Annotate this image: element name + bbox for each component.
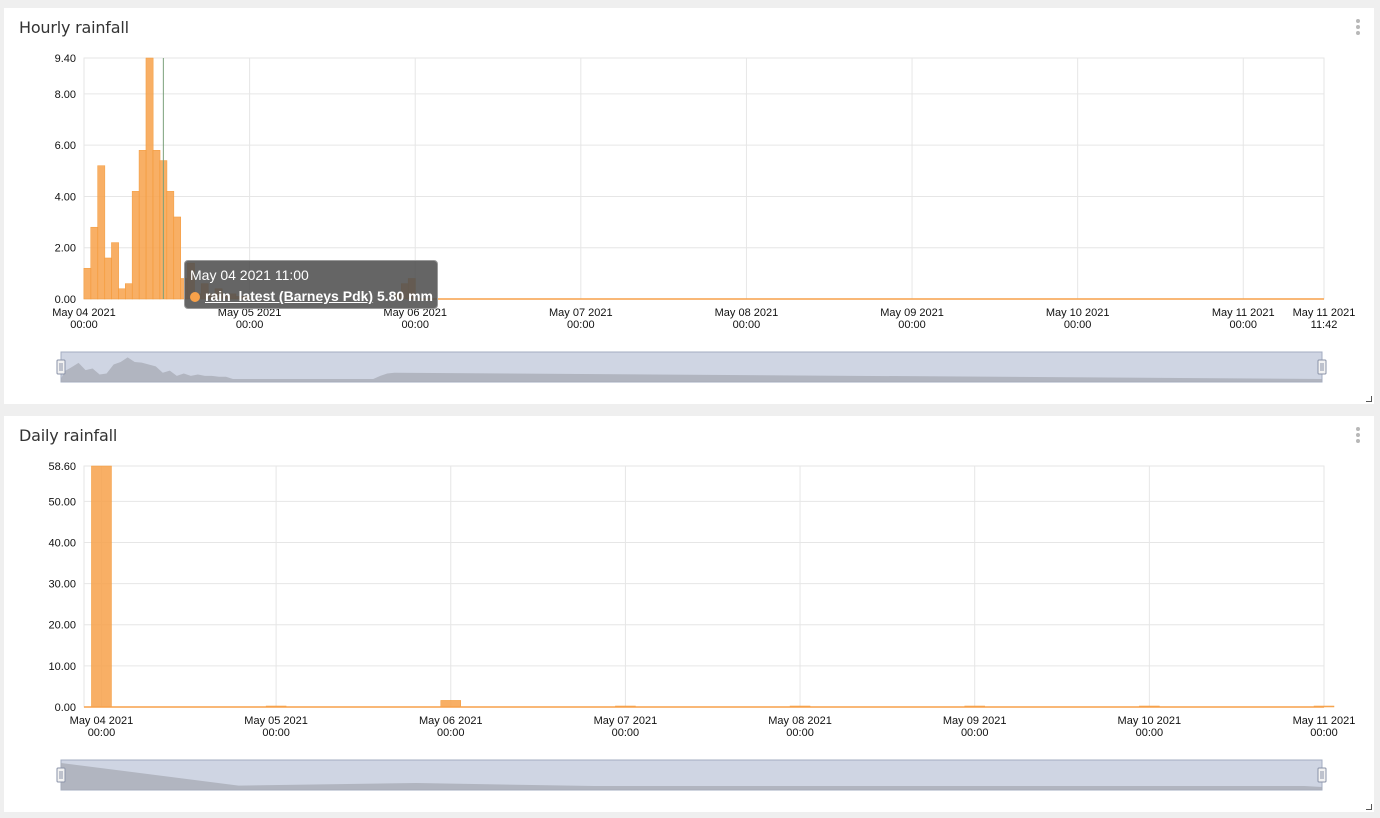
daily-rainfall-chart[interactable]: 0.00 10.00 20.00 30.00 40.00 50.00 58.60 May 04… [4, 416, 1374, 812]
y-tick-label: 8.00 [55, 89, 76, 101]
bar [138, 150, 147, 300]
bar [131, 191, 140, 300]
bar [440, 700, 462, 708]
x-tick-label: May 08 2021 00:00 [715, 307, 779, 331]
y-tick-label: 30.00 [48, 579, 76, 591]
x-tick-label: May 11 2021 00:00 [1293, 715, 1356, 739]
tooltip-value: 5.80 mm [376, 288, 434, 304]
hourly-rainfall-chart[interactable]: 0.00 2.00 4.00 6.00 8.00 9.40 May 04 2021 00:00… [4, 8, 1374, 404]
hourly-rainfall-panel: Hourly rainfall 0.00 2.00 4.00 6.00 8.00 9.40… [4, 8, 1374, 404]
resize-handle-icon[interactable] [1366, 396, 1372, 402]
tooltip-series-name: rain_latest (Barneys Pdk) [205, 288, 374, 304]
x-tick-label: May 04 2021 00:00 [52, 307, 116, 331]
bar [97, 165, 106, 300]
y-tick-label: 58.60 [48, 461, 76, 473]
x-tick-label: May 08 2021 00:00 [768, 715, 832, 739]
y-tick-label: 40.00 [48, 537, 76, 549]
y-tick-label: 4.00 [55, 191, 76, 203]
series-marker-icon [190, 292, 200, 302]
x-tick-label: May 04 2021 00:00 [70, 715, 134, 739]
bar [83, 267, 92, 300]
navigator-handle-left[interactable] [56, 767, 66, 783]
bar [152, 150, 161, 300]
y-tick-label: 50.00 [48, 496, 76, 508]
x-tick-label: May 07 2021 00:00 [594, 715, 658, 739]
x-tick-label: May 09 2021 00:00 [880, 307, 944, 331]
daily-rainfall-panel: Daily rainfall 0.00 10.00 20.00 30.00 40.00 5… [4, 416, 1374, 812]
y-tick-label: 20.00 [48, 620, 76, 632]
x-tick-label: May 06 2021 00:00 [419, 715, 483, 739]
x-tick-label: May 06 2021 00:00 [383, 307, 447, 331]
plot-area [83, 465, 1325, 708]
x-tick-label: May 05 2021 00:00 [244, 715, 308, 739]
x-tick-label: May 05 2021 00:00 [218, 307, 282, 331]
navigator-handle-right[interactable] [1317, 359, 1327, 375]
resize-handle-icon[interactable] [1366, 804, 1372, 810]
x-tick-label: May 10 2021 00:00 [1046, 307, 1110, 331]
x-tick-label: May 11 2021 11:42 [1293, 307, 1356, 331]
navigator-handle-right[interactable] [1317, 767, 1327, 783]
tooltip-time: May 04 2021 11:00 [190, 267, 309, 283]
x-tick-label: May 11 2021 00:00 [1212, 307, 1275, 331]
chart-tooltip: May 04 2021 11:00 rain_latest (Barneys P… [184, 260, 438, 309]
y-tick-label: 10.00 [48, 661, 76, 673]
x-tick-label: May 09 2021 00:00 [943, 715, 1007, 739]
bar [173, 216, 182, 300]
y-tick-label: 2.00 [55, 243, 76, 255]
bar [118, 288, 126, 300]
bar [104, 257, 113, 300]
bar [145, 57, 154, 300]
bar [125, 283, 133, 300]
bar [90, 226, 99, 300]
x-tick-label: May 07 2021 00:00 [549, 307, 613, 331]
bar [91, 465, 112, 708]
y-tick-label: 6.00 [55, 140, 76, 152]
y-tick-label: 9.40 [55, 53, 76, 65]
x-tick-label: May 10 2021 00:00 [1118, 715, 1182, 739]
bar [166, 191, 175, 300]
navigator-handle-left[interactable] [56, 359, 66, 375]
y-tick-label: 0.00 [55, 702, 76, 714]
bar [111, 242, 119, 300]
y-tick-label: 0.00 [55, 294, 76, 306]
